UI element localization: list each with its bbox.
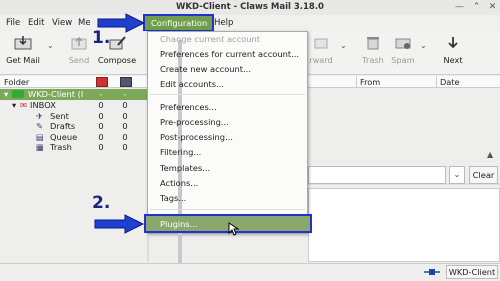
folder-name: Sent [50, 110, 69, 121]
compose-label: Compose [97, 55, 137, 65]
total-column-icon[interactable] [120, 77, 132, 87]
spam-button[interactable]: Spam [390, 36, 416, 72]
get-mail-dropdown-icon[interactable]: ⌄ [47, 41, 54, 50]
step-1-arrow-icon [97, 13, 146, 33]
menu-item-tags[interactable]: Tags... [160, 191, 186, 205]
spam-label: Spam [391, 55, 415, 65]
search-type-dropdown-icon[interactable]: ⌄ [449, 166, 465, 184]
forward-icon [314, 38, 328, 49]
expand-arrow-icon: ▾ [12, 100, 17, 110]
expand-arrow-icon: ▾ [4, 89, 9, 99]
account-selector-button[interactable]: WKD-Client [446, 265, 498, 279]
folder-name: Drafts [50, 121, 76, 131]
from-column-header[interactable]: From [356, 76, 380, 88]
menu-item-create-account[interactable]: Create new account... [160, 62, 251, 76]
total-count: 0 [122, 110, 128, 121]
menubar [0, 15, 500, 31]
folder-row-drafts[interactable]: ✎ Drafts 0 0 [0, 121, 147, 132]
unread-count: 0 [98, 121, 104, 131]
send-label: Send [68, 55, 90, 65]
menu-item-templates[interactable]: Templates... [160, 161, 210, 175]
send-button[interactable]: Send [66, 36, 92, 72]
folder-row-queue[interactable]: ▤ Queue 0 0 [0, 132, 147, 143]
total-count: 0 [122, 100, 128, 110]
menu-view[interactable]: View [52, 15, 72, 31]
total-count: 0 [122, 142, 128, 152]
inbox-icon: ✉ [20, 100, 27, 110]
next-button[interactable]: Next [440, 36, 466, 72]
folder-name: Queue [50, 131, 78, 142]
unread-column-icon[interactable] [96, 77, 108, 87]
close-icon[interactable]: ✕ [486, 1, 499, 14]
unread-count: 0 [98, 110, 104, 121]
trash-folder-icon: ▦ [36, 142, 44, 152]
folder-row-sent[interactable]: ✈ Sent 0 0 [0, 111, 147, 122]
forward-dropdown-icon[interactable]: ⌄ [340, 41, 347, 50]
get-mail-icon [14, 36, 32, 50]
folder-row-inbox[interactable]: ▾ ✉ INBOX 0 0 [0, 100, 147, 111]
unread-count: 0 [98, 131, 104, 142]
spam-dropdown-icon[interactable]: ⌄ [420, 41, 427, 50]
mouse-cursor-icon [228, 222, 240, 236]
mailbox-icon [12, 90, 24, 98]
menu-item-plugins[interactable]: Plugins... [160, 217, 198, 231]
menu-item-post-processing[interactable]: Post-processing... [160, 130, 233, 144]
compose-icon [109, 36, 126, 50]
folder-name: WKD-Client (I [28, 89, 84, 99]
total-count: 0 [122, 131, 128, 142]
message-view [308, 188, 500, 262]
next-label: Next [443, 55, 463, 65]
folder-name: Trash [50, 142, 72, 152]
menu-separator [150, 209, 305, 210]
clear-button[interactable]: Clear [469, 166, 498, 184]
menu-item-filtering[interactable]: Filtering... [160, 145, 201, 159]
get-mail-label: Get Mail [6, 55, 40, 65]
menu-message[interactable]: Me [78, 15, 91, 31]
search-input[interactable] [308, 166, 446, 184]
forward-button[interactable]: rward [308, 36, 334, 72]
message-list-header: From Date [308, 76, 500, 88]
window-titlebar: WKD-Client - Claws Mail 3.18.0 [0, 0, 500, 15]
menu-item-change-account[interactable]: Change current account [160, 32, 260, 46]
queue-icon: ▤ [36, 131, 44, 142]
step-2-arrow-icon [94, 214, 145, 234]
next-icon [448, 37, 458, 49]
menu-edit[interactable]: Edit [28, 15, 44, 31]
step-2-label: 2. [92, 193, 111, 213]
folder-row-account[interactable]: ▾ WKD-Client (I - - [0, 89, 147, 100]
trash-button[interactable]: Trash [360, 36, 386, 72]
menu-separator [150, 94, 305, 95]
drafts-icon: ✎ [36, 121, 43, 131]
unread-count: 0 [98, 142, 104, 152]
maximize-icon[interactable]: ⌃ [470, 1, 483, 14]
menu-item-edit-accounts[interactable]: Edit accounts... [160, 77, 224, 91]
minimize-icon[interactable]: — [453, 1, 466, 14]
collapse-up-icon[interactable]: ▲ [487, 150, 493, 159]
trash-label: Trash [362, 55, 384, 65]
folder-name: INBOX [30, 100, 56, 110]
menu-file[interactable]: File [6, 15, 20, 31]
menu-configuration[interactable]: Configuration [143, 14, 214, 32]
folder-header-label: Folder [4, 77, 30, 87]
unread-count: 0 [98, 100, 104, 110]
date-column-header[interactable]: Date [436, 76, 460, 88]
total-count: - [123, 89, 127, 99]
window-title: WKD-Client - Claws Mail 3.18.0 [176, 2, 324, 12]
folder-row-trash[interactable]: ▦ Trash 0 0 [0, 142, 147, 153]
menu-help[interactable]: Help [214, 15, 233, 31]
menu-item-account-prefs[interactable]: Preferences for current account... [160, 47, 299, 61]
get-mail-button[interactable]: Get Mail [6, 36, 40, 72]
sent-icon: ✈ [36, 110, 43, 121]
menu-item-actions[interactable]: Actions... [160, 176, 198, 190]
menu-item-pre-processing[interactable]: Pre-processing... [160, 115, 229, 129]
total-count: 0 [122, 121, 128, 131]
trash-icon [367, 37, 379, 50]
online-status-icon[interactable] [424, 268, 440, 275]
menu-item-preferences[interactable]: Preferences... [160, 100, 217, 114]
forward-label: rward [309, 55, 333, 65]
send-icon [71, 36, 87, 50]
spam-icon [395, 38, 411, 49]
unread-count: - [99, 89, 103, 99]
folder-column-header[interactable]: Folder [0, 76, 147, 88]
